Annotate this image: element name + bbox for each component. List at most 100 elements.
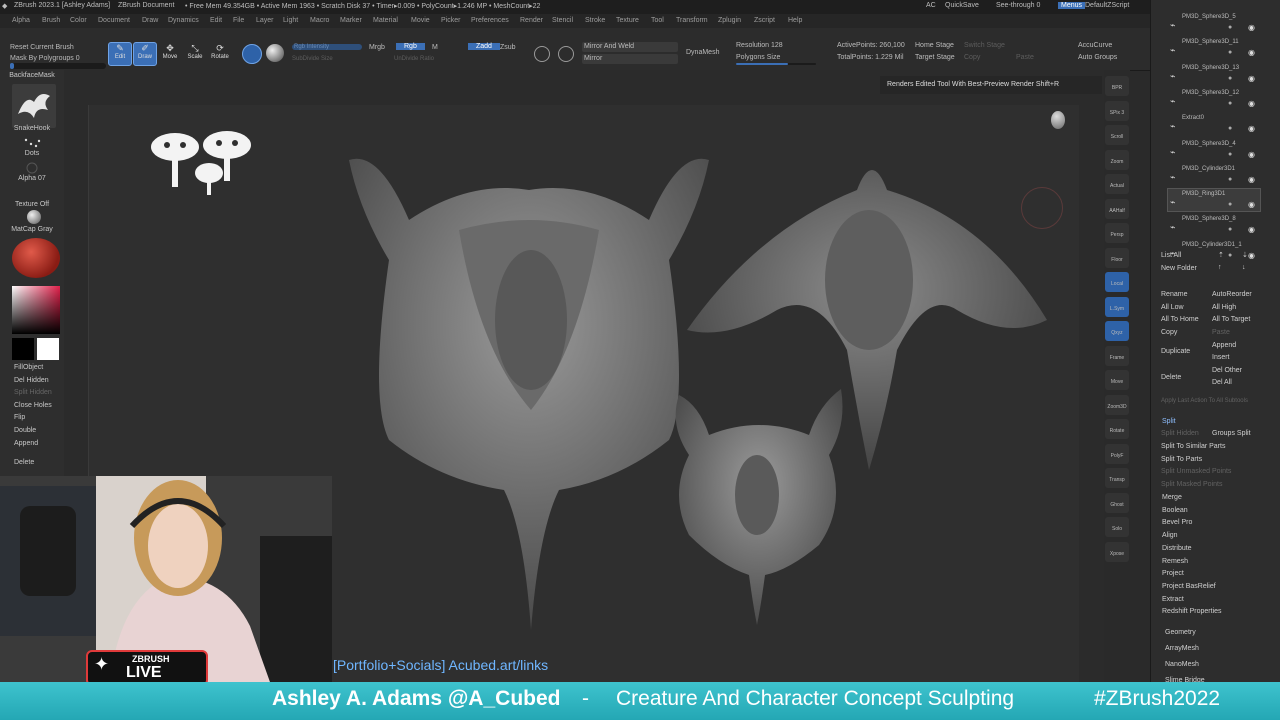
- edit-button[interactable]: ✎ Edit: [108, 42, 132, 66]
- split-similar-parts-button[interactable]: Split To Similar Parts: [1161, 443, 1225, 450]
- quicksave-button[interactable]: QuickSave: [945, 2, 979, 9]
- append-button[interactable]: Append: [1212, 342, 1236, 349]
- subtool-item[interactable]: ⌁ PM3D_Sphere3D_13 ● ◉: [1168, 63, 1260, 85]
- menu-alpha[interactable]: Alpha: [12, 17, 30, 24]
- menu-render[interactable]: Render: [520, 17, 543, 24]
- menu-preferences[interactable]: Preferences: [471, 17, 509, 24]
- insert-button[interactable]: Insert: [1212, 354, 1230, 361]
- view-gizmo-icon[interactable]: [1051, 111, 1065, 129]
- color-sphere-icon[interactable]: [12, 238, 60, 278]
- subtool-item[interactable]: ⌁ PM3D_Sphere3D_11 ● ◉: [1168, 37, 1260, 59]
- tray-bevel-pro-section[interactable]: Bevel Pro: [1162, 519, 1192, 526]
- tray-merge-section[interactable]: Merge: [1162, 494, 1182, 501]
- tray-project-basrelief-section[interactable]: Project BasRelief: [1162, 583, 1216, 590]
- copy-stage-button[interactable]: Copy: [964, 54, 980, 61]
- matcap-sphere-icon[interactable]: [27, 210, 41, 224]
- subtool-item[interactable]: ⌁ PM3D_Sphere3D_8 ● ◉: [1168, 214, 1260, 236]
- tray-align-section[interactable]: Align: [1162, 532, 1178, 539]
- symmetry-s-icon[interactable]: [534, 46, 550, 62]
- right-shelf-zoom3d-button[interactable]: Zoom3D: [1105, 394, 1129, 415]
- visibility-eye-icon[interactable]: ◉: [1248, 124, 1255, 133]
- polypaint-toggle-icon[interactable]: ●: [1228, 75, 1232, 82]
- menu-zscript[interactable]: Zscript: [754, 17, 775, 24]
- scale-button[interactable]: ⤡ Scale: [183, 42, 207, 66]
- target-stage-button[interactable]: Target Stage: [915, 54, 955, 61]
- auto-groups-button[interactable]: Auto Groups: [1078, 54, 1117, 61]
- right-shelf-floor-button[interactable]: Floor: [1105, 247, 1129, 268]
- split-unmasked-button[interactable]: Split Unmasked Points: [1161, 468, 1231, 475]
- alpha-thumbnail-icon[interactable]: [22, 161, 42, 175]
- subtool-item[interactable]: ⌁ PM3D_Sphere3D_5 ● ◉: [1168, 12, 1260, 34]
- polypaint-toggle-icon[interactable]: ●: [1228, 151, 1232, 158]
- tray-nanomesh-section[interactable]: NanoMesh: [1165, 661, 1199, 668]
- left-shelf-double-button[interactable]: Double: [14, 427, 36, 434]
- left-shelf-fillobject-button[interactable]: FillObject: [14, 364, 43, 371]
- dynamesh-button[interactable]: DynaMesh: [686, 49, 719, 56]
- portfolio-link[interactable]: [Portfolio+Socials] Acubed.art/links: [333, 657, 548, 673]
- menu-draw[interactable]: Draw: [142, 17, 158, 24]
- menu-tool[interactable]: Tool: [651, 17, 664, 24]
- move-down-icon[interactable]: ↓: [1242, 264, 1246, 271]
- right-shelf-zoom-button[interactable]: Zoom: [1105, 149, 1129, 170]
- menu-marker[interactable]: Marker: [340, 17, 362, 24]
- subtool-item[interactable]: ⌁ Extract0 ● ◉: [1168, 113, 1260, 135]
- right-shelf-l-sym-button[interactable]: L.Sym: [1105, 296, 1129, 317]
- menu-transform[interactable]: Transform: [676, 17, 708, 24]
- symmetry-d-icon[interactable]: [558, 46, 574, 62]
- secondary-color-swatch[interactable]: [12, 338, 34, 360]
- right-shelf-qxyz-button[interactable]: Qxyz: [1105, 321, 1129, 341]
- left-shelf-split-hidden-button[interactable]: Split Hidden: [14, 389, 52, 396]
- move-button[interactable]: ✥ Move: [158, 42, 182, 66]
- material-sphere-icon[interactable]: [266, 44, 284, 62]
- tray-remesh-section[interactable]: Remesh: [1162, 558, 1188, 565]
- menu-stencil[interactable]: Stencil: [552, 17, 573, 24]
- polypaint-toggle-icon[interactable]: ●: [1228, 226, 1232, 233]
- list-all-button[interactable]: List All: [1161, 252, 1181, 259]
- menu-help[interactable]: Help: [788, 17, 802, 24]
- right-shelf-scroll-button[interactable]: Scroll: [1105, 125, 1129, 145]
- right-shelf-transp-button[interactable]: Transp: [1105, 468, 1129, 488]
- tray-extract-section[interactable]: Extract: [1162, 596, 1184, 603]
- subtool-item[interactable]: ⌁ PM3D_Ring3D1 ● ◉: [1167, 188, 1261, 213]
- polypaint-toggle-icon[interactable]: ●: [1228, 49, 1232, 56]
- move-up-icon[interactable]: ↑: [1218, 264, 1222, 271]
- paste-button[interactable]: Paste: [1212, 329, 1230, 336]
- left-shelf-append-button[interactable]: Append: [14, 440, 38, 447]
- menu-movie[interactable]: Movie: [411, 17, 430, 24]
- subtool-item[interactable]: ⌁ PM3D_Sphere3D_4 ● ◉: [1168, 139, 1260, 161]
- tray-boolean-section[interactable]: Boolean: [1162, 507, 1188, 514]
- arrow-down-icon[interactable]: ⇣: [1242, 251, 1248, 259]
- right-shelf-polyf-button[interactable]: PolyF: [1105, 443, 1129, 464]
- brush-thumbnail[interactable]: [12, 84, 56, 128]
- copy-button[interactable]: Copy: [1161, 329, 1177, 336]
- duplicate-button[interactable]: Duplicate: [1161, 348, 1190, 355]
- mrgb-button[interactable]: Mrgb: [369, 44, 385, 51]
- left-shelf-del-hidden-button[interactable]: Del Hidden: [14, 377, 49, 384]
- menu-macro[interactable]: Macro: [310, 17, 329, 24]
- draw-button[interactable]: ✐ Draw: [133, 42, 157, 66]
- menu-zplugin[interactable]: Zplugin: [718, 17, 741, 24]
- menus-button[interactable]: Menus: [1058, 2, 1086, 9]
- menu-stroke[interactable]: Stroke: [585, 17, 605, 24]
- color-picker[interactable]: [12, 286, 60, 334]
- rotate-button[interactable]: ⟳ Rotate: [208, 42, 232, 66]
- mask-polygroups-track[interactable]: [10, 63, 106, 69]
- right-shelf-solo-button[interactable]: Solo: [1105, 517, 1129, 537]
- menu-dynamics[interactable]: Dynamics: [168, 17, 199, 24]
- all-high-button[interactable]: All High: [1212, 304, 1236, 311]
- apply-last-action-button[interactable]: Apply Last Action To All Subtools: [1161, 398, 1248, 404]
- tray-redshift-properties-section[interactable]: Redshift Properties: [1162, 608, 1222, 615]
- subdivide-size-label[interactable]: SubDivide Size: [292, 56, 333, 62]
- home-stage-button[interactable]: Home Stage: [915, 42, 954, 49]
- visibility-eye-icon[interactable]: ◉: [1248, 150, 1255, 159]
- visibility-eye-icon[interactable]: ◉: [1248, 225, 1255, 234]
- delete-button[interactable]: Delete: [1161, 374, 1181, 381]
- right-shelf-bpr-button[interactable]: BPR: [1105, 76, 1129, 96]
- polypaint-toggle-icon[interactable]: ●: [1228, 176, 1232, 183]
- left-shelf-flip-button[interactable]: Flip: [14, 414, 25, 421]
- resolution-slider[interactable]: Resolution 128: [736, 42, 783, 49]
- paste-stage-button[interactable]: Paste: [1016, 54, 1034, 61]
- right-shelf-frame-button[interactable]: Frame: [1105, 345, 1129, 366]
- visibility-eye-icon[interactable]: ◉: [1248, 23, 1255, 32]
- rgb-button[interactable]: Rgb: [396, 43, 425, 50]
